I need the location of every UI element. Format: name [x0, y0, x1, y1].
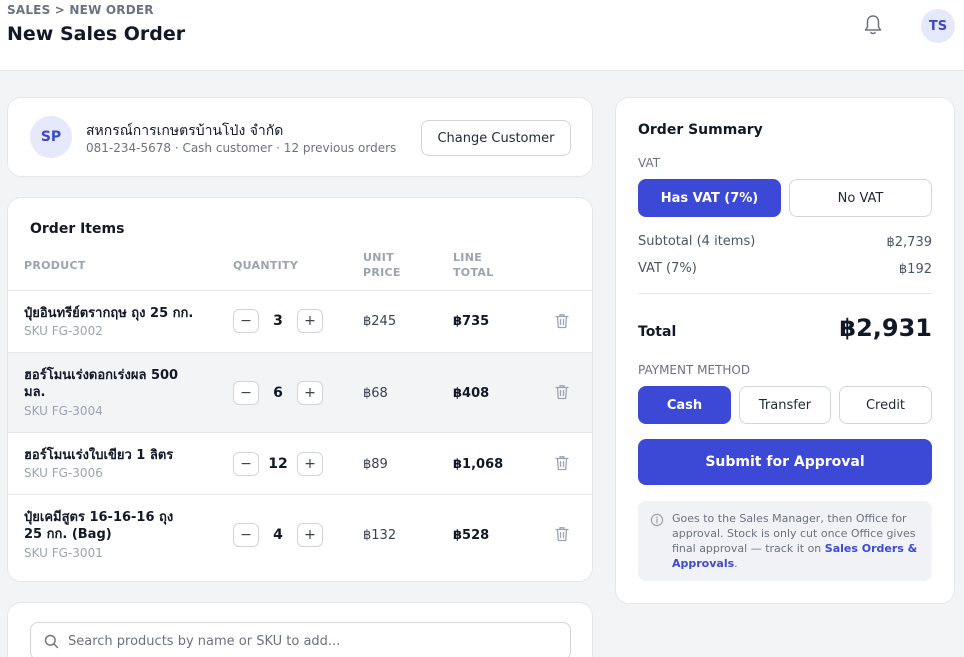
- has-vat-button[interactable]: Has VAT (7%): [638, 179, 781, 217]
- table-row: ฮอร์โมนเร่งดอกเร่งผล 500 มล. SKU FG-3004…: [8, 352, 592, 432]
- submit-for-approval-button[interactable]: Submit for Approval: [638, 439, 932, 485]
- product-sku: SKU FG-3001: [24, 546, 103, 560]
- customer-name: สหกรณ์การเกษตรบ้านโป่ง จำกัด: [86, 123, 284, 139]
- order-summary-title: Order Summary: [638, 122, 763, 138]
- subtotal-label: Subtotal (4 items): [638, 234, 756, 249]
- page-title: New Sales Order: [7, 23, 186, 45]
- payment-transfer-button[interactable]: Transfer: [739, 386, 831, 424]
- info-icon: [650, 513, 664, 527]
- line-total: ฿735: [453, 314, 490, 329]
- quantity-value[interactable]: 12: [260, 456, 296, 472]
- order-items-card: Order Items PRODUCT QUANTITY UNIT PRICE …: [7, 197, 593, 582]
- trash-icon[interactable]: [555, 526, 569, 542]
- product-sku: SKU FG-3002: [24, 324, 103, 338]
- top-bar: SALES > NEW ORDER New Sales Order TS: [0, 0, 964, 71]
- column-header-line-total-line2: TOTAL: [453, 266, 494, 279]
- customer-avatar: SP: [30, 116, 72, 158]
- product-name: ฮอร์โมนเร่งใบเขียว 1 ลิตร: [24, 448, 174, 463]
- unit-price: ฿132: [363, 528, 397, 543]
- decrease-quantity-button[interactable]: −: [233, 381, 259, 405]
- product-search-card: [7, 602, 593, 657]
- payment-credit-button[interactable]: Credit: [839, 386, 932, 424]
- bell-icon[interactable]: [863, 14, 883, 36]
- breadcrumb[interactable]: SALES > NEW ORDER: [7, 3, 154, 17]
- product-sku: SKU FG-3006: [24, 466, 103, 480]
- vat-line-label: VAT (7%): [638, 261, 697, 276]
- quantity-value[interactable]: 6: [260, 385, 296, 401]
- vat-label: VAT: [638, 156, 661, 170]
- decrease-quantity-button[interactable]: −: [233, 309, 259, 333]
- payment-method-label: PAYMENT METHOD: [638, 363, 751, 377]
- line-total: ฿408: [453, 386, 490, 401]
- increase-quantity-button[interactable]: +: [297, 381, 323, 405]
- trash-icon[interactable]: [555, 384, 569, 400]
- column-header-unit-price-line1: UNIT: [363, 251, 394, 264]
- increase-quantity-button[interactable]: +: [297, 523, 323, 547]
- vat-line-value: ฿192: [898, 262, 932, 277]
- trash-icon[interactable]: [555, 455, 569, 471]
- product-sku: SKU FG-3004: [24, 404, 103, 418]
- search-icon: [44, 634, 59, 649]
- line-total: ฿528: [453, 528, 490, 543]
- total-value: ฿2,931: [839, 314, 932, 342]
- customer-meta: 081-234-5678 · Cash customer · 12 previo…: [86, 141, 397, 155]
- user-avatar[interactable]: TS: [921, 9, 955, 43]
- unit-price: ฿245: [363, 314, 397, 329]
- approval-note-text: Goes to the Sales Manager, then Office f…: [672, 511, 924, 571]
- column-header-unit-price: UNIT PRICE: [363, 250, 401, 280]
- subtotal-value: ฿2,739: [886, 235, 933, 250]
- product-search-input[interactable]: [68, 631, 558, 651]
- payment-cash-button[interactable]: Cash: [638, 386, 731, 424]
- unit-price: ฿89: [363, 457, 388, 472]
- column-header-product: PRODUCT: [24, 259, 86, 272]
- change-customer-button[interactable]: Change Customer: [421, 120, 571, 156]
- decrease-quantity-button[interactable]: −: [233, 523, 259, 547]
- column-header-line-total: LINE TOTAL: [453, 250, 494, 280]
- order-items-title: Order Items: [30, 221, 125, 237]
- increase-quantity-button[interactable]: +: [297, 452, 323, 476]
- search-box[interactable]: [30, 622, 571, 657]
- quantity-value[interactable]: 4: [260, 527, 296, 543]
- line-total: ฿1,068: [453, 457, 504, 472]
- column-header-unit-price-line2: PRICE: [363, 266, 401, 279]
- table-row: ฮอร์โมนเร่งใบเขียว 1 ลิตร SKU FG-3006 − …: [8, 432, 592, 494]
- column-header-quantity: QUANTITY: [233, 259, 299, 272]
- table-row: ปุ๋ยเคมีสูตร 16-16-16 ถุง 25 กก. (Bag) S…: [8, 494, 592, 581]
- product-name: ปุ๋ยเคมีสูตร 16-16-16 ถุง 25 กก. (Bag): [24, 510, 174, 542]
- table-row: ปุ๋ยอินทรีย์ตรากฤษ ถุง 25 กก. SKU FG-300…: [8, 290, 592, 352]
- approval-note-end: .: [734, 557, 738, 570]
- order-summary-card: Order Summary VAT Has VAT (7%) No VAT Su…: [615, 97, 955, 604]
- column-header-line-total-line1: LINE: [453, 251, 483, 264]
- product-name: ปุ๋ยอินทรีย์ตรากฤษ ถุง 25 กก.: [24, 306, 194, 321]
- no-vat-button[interactable]: No VAT: [789, 179, 932, 217]
- trash-icon[interactable]: [555, 313, 569, 329]
- quantity-value[interactable]: 3: [260, 313, 296, 329]
- approval-note: Goes to the Sales Manager, then Office f…: [638, 501, 932, 581]
- product-name: ฮอร์โมนเร่งดอกเร่งผล 500 มล.: [24, 368, 179, 400]
- unit-price: ฿68: [363, 386, 388, 401]
- customer-card: SP สหกรณ์การเกษตรบ้านโป่ง จำกัด 081-234-…: [7, 97, 593, 177]
- summary-divider: [638, 293, 932, 294]
- decrease-quantity-button[interactable]: −: [233, 452, 259, 476]
- increase-quantity-button[interactable]: +: [297, 309, 323, 333]
- total-label: Total: [638, 324, 677, 340]
